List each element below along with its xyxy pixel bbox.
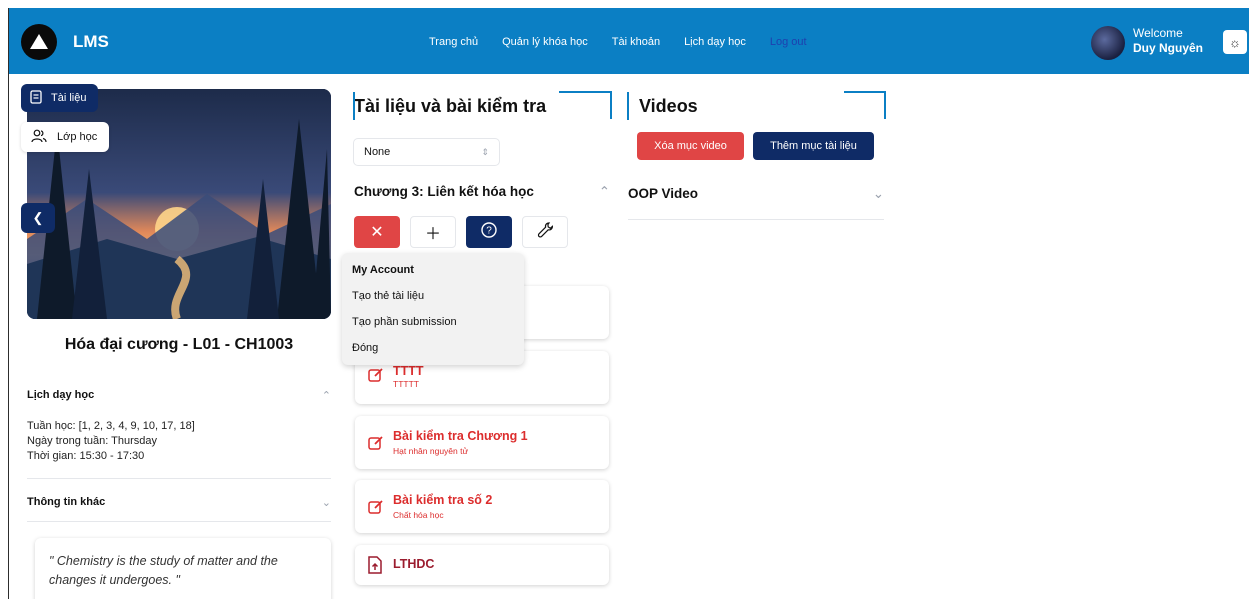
chevron-up-icon: ⌃ (598, 184, 610, 199)
title-accent (610, 91, 612, 119)
title-accent (844, 91, 886, 93)
document-card[interactable]: LTHDC (355, 545, 609, 585)
menu-item-create-document[interactable]: Tạo thẻ tài liệu (352, 287, 514, 313)
tab-documents[interactable]: Tài liệu (21, 84, 99, 112)
card-title: TTTT (393, 364, 424, 378)
question-bubble-icon: ? (480, 221, 498, 244)
delete-video-button[interactable]: Xóa mục video (637, 132, 744, 160)
tab-class[interactable]: Lớp học (21, 122, 110, 152)
video-accordion-header[interactable]: OOP Video ⌄ (628, 186, 884, 202)
welcome-text: Welcome (1133, 26, 1183, 40)
card-title: Bài kiểm tra số 2 (393, 493, 493, 507)
course-title: Hóa đại cương - L01 - CH1003 (64, 336, 294, 353)
title-accent (353, 92, 355, 120)
theme-toggle-button[interactable]: ☼ (1223, 30, 1247, 54)
schedule-time: Thời gian: 15:30 - 17:30 (27, 450, 145, 462)
documents-section-title: Tài liệu và bài kiểm tra (354, 96, 547, 116)
delete-button[interactable]: ✕ (354, 216, 400, 248)
menu-header: My Account (352, 264, 414, 276)
divider (27, 521, 331, 522)
tab-class-label: Lớp học (57, 131, 98, 143)
card-title: Bài kiểm tra Chương 1 (393, 429, 528, 443)
schedule-weeks: Tuần học: [1, 2, 3, 4, 9, 10, 17, 18] (27, 420, 195, 432)
avatar[interactable] (1091, 26, 1125, 60)
add-document-section-button[interactable]: Thêm mục tài liệu (753, 132, 874, 160)
schedule-day: Ngày trong tuần: Thursday (27, 435, 158, 447)
nav-teaching-schedule[interactable]: Lịch dạy học (684, 36, 746, 48)
quote-text: " Chemistry is the study of matter and t… (49, 554, 278, 587)
other-info-accordion-header[interactable]: Thông tin khác ⌄ (27, 496, 331, 509)
chapter-title: Chương 3: Liên kết hóa học (354, 184, 534, 199)
divider (628, 219, 884, 220)
sun-icon: ☼ (1229, 34, 1241, 50)
chapter-accordion-header[interactable]: Chương 3: Liên kết hóa học ⌃ (354, 184, 610, 200)
settings-button[interactable] (522, 216, 568, 248)
add-button[interactable]: ＋ (410, 216, 456, 248)
nav-account[interactable]: Tài khoản (612, 36, 660, 48)
title-accent (627, 92, 629, 120)
edit-icon (367, 498, 385, 521)
schedule-accordion-header[interactable]: Lịch dạy học ⌃ (27, 389, 331, 402)
filter-select[interactable]: None ⇕ (353, 138, 500, 166)
edit-icon (367, 434, 385, 457)
other-info-heading: Thông tin khác (27, 496, 106, 508)
app-frame: LMS Trang chủ Quản lý khóa học Tài khoản… (8, 8, 1249, 599)
tab-documents-label: Tài liệu (51, 92, 87, 104)
account-dropdown-menu: My Account Tạo thẻ tài liệu Tạo phần sub… (342, 253, 524, 365)
videos-section-title: Videos (639, 96, 698, 116)
select-arrows-icon: ⇕ (481, 146, 489, 157)
card-subtitle: TTTTT (393, 379, 419, 389)
card-subtitle: Hạt nhân nguyên tử (393, 446, 469, 456)
document-icon (29, 89, 43, 107)
filter-select-value: None (364, 146, 391, 158)
close-icon: ✕ (370, 224, 384, 241)
chevron-down-icon: ⌄ (872, 186, 884, 201)
nav-course-management[interactable]: Quản lý khóa học (502, 36, 588, 48)
nav-links: Trang chủ Quản lý khóa học Tài khoản Lịc… (429, 36, 831, 48)
nav-home[interactable]: Trang chủ (429, 36, 478, 48)
logo-icon[interactable] (21, 24, 57, 60)
file-upload-icon (367, 556, 383, 579)
quiz-button[interactable]: ? (466, 216, 512, 248)
divider (27, 478, 331, 479)
wrench-icon (536, 221, 554, 244)
schedule-details: Tuần học: [1, 2, 3, 4, 9, 10, 17, 18] Ng… (27, 419, 195, 464)
title-accent (884, 91, 886, 119)
video-title: OOP Video (628, 186, 699, 201)
nav-logout[interactable]: Log out (770, 36, 807, 48)
user-welcome: Welcome Duy Nguyên (1133, 26, 1203, 56)
brand-name[interactable]: LMS (73, 32, 109, 52)
schedule-heading: Lịch dạy học (27, 389, 95, 401)
card-title: LTHDC (393, 557, 435, 571)
quote-card: " Chemistry is the study of matter and t… (35, 538, 331, 599)
menu-item-create-submission[interactable]: Tạo phần submission (352, 313, 514, 339)
edit-icon (367, 366, 385, 389)
carousel-prev-button[interactable]: ❮ (21, 203, 55, 233)
menu-item-close[interactable]: Đóng (352, 339, 514, 365)
users-icon (31, 129, 47, 146)
plus-icon: ＋ (424, 226, 441, 243)
document-card[interactable]: Bài kiểm tra Chương 1 Hạt nhân nguyên tử (355, 416, 609, 469)
chevron-down-icon: ⌄ (321, 497, 331, 509)
chevron-up-icon: ⌃ (321, 390, 331, 402)
title-accent (559, 91, 612, 93)
chevron-left-icon: ❮ (32, 210, 44, 225)
svg-text:?: ? (486, 225, 492, 236)
card-subtitle: Chất hóa học (393, 510, 444, 520)
document-card[interactable]: Bài kiểm tra số 2 Chất hóa học (355, 480, 609, 533)
top-navbar: LMS Trang chủ Quản lý khóa học Tài khoản… (9, 8, 1249, 74)
user-name: Duy Nguyên (1133, 41, 1204, 55)
